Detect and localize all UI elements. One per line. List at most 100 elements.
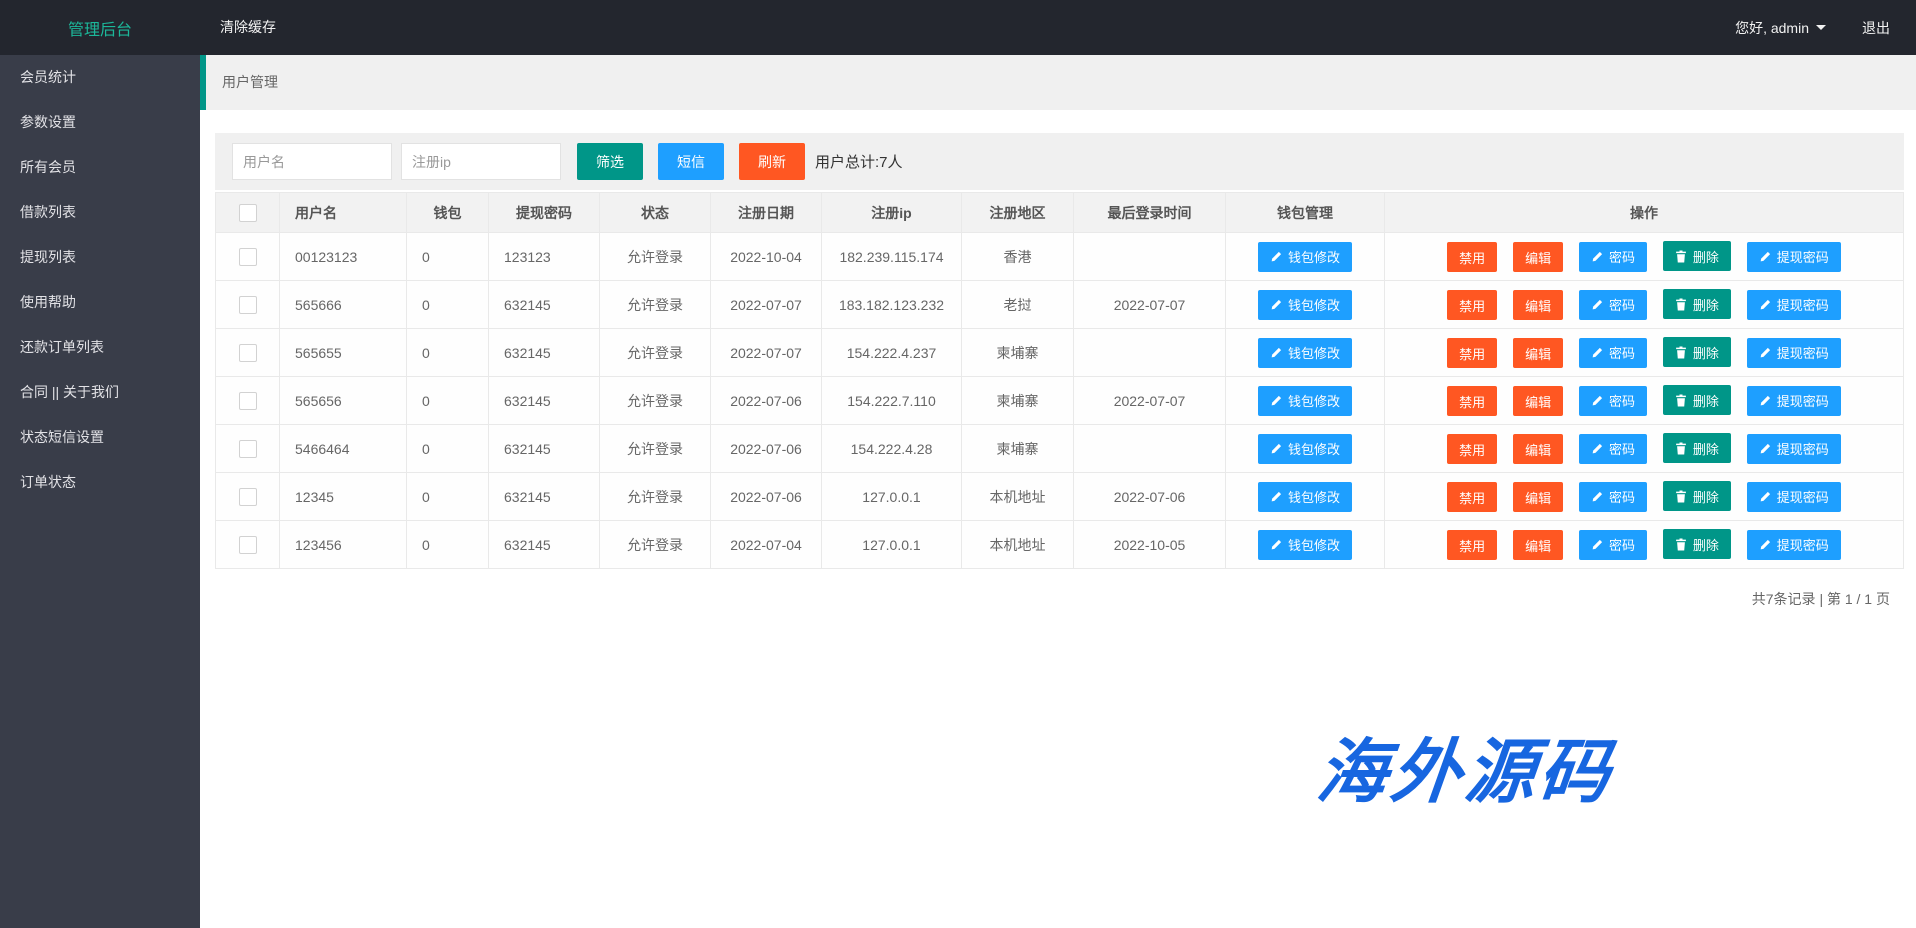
cell-reg-region: 柬埔寨 [962, 329, 1074, 377]
pencil-icon [1591, 491, 1603, 503]
delete-button[interactable]: 删除 [1663, 337, 1731, 367]
edit-button[interactable]: 编辑 [1513, 482, 1563, 512]
withdraw-password-button[interactable]: 提现密码 [1747, 242, 1841, 272]
cell-username: 565656 [280, 377, 407, 425]
pencil-icon [1759, 443, 1771, 455]
cell-reg-ip: 154.222.7.110 [822, 377, 962, 425]
table-row: 00123123 0 123123 允许登录 2022-10-04 182.23… [216, 233, 1904, 281]
user-table-wrap: 用户名 钱包 提现密码 状态 注册日期 注册ip 注册地区 最后登录时间 钱包管… [215, 192, 1904, 609]
sidebar-item-repay-orders[interactable]: 还款订单列表 [0, 325, 200, 370]
password-button[interactable]: 密码 [1579, 242, 1647, 272]
withdraw-password-button[interactable]: 提现密码 [1747, 530, 1841, 560]
cell-reg-ip: 183.182.123.232 [822, 281, 962, 329]
cell-username: 12345 [280, 473, 407, 521]
wallet-edit-button[interactable]: 钱包修改 [1258, 290, 1352, 320]
disable-button[interactable]: 禁用 [1447, 338, 1497, 368]
register-ip-filter-input[interactable] [401, 143, 561, 180]
delete-button[interactable]: 删除 [1663, 433, 1731, 463]
watermark-text: 海外源码 [1313, 716, 1620, 817]
delete-button[interactable]: 删除 [1663, 481, 1731, 511]
delete-button[interactable]: 删除 [1663, 385, 1731, 415]
header-last-login: 最后登录时间 [1074, 193, 1226, 233]
disable-button[interactable]: 禁用 [1447, 242, 1497, 272]
username-filter-input[interactable] [232, 143, 392, 180]
sidebar-item-all-members[interactable]: 所有会员 [0, 145, 200, 190]
disable-button[interactable]: 禁用 [1447, 386, 1497, 416]
row-checkbox[interactable] [239, 440, 257, 458]
wallet-edit-button[interactable]: 钱包修改 [1258, 482, 1352, 512]
pencil-icon [1270, 491, 1282, 503]
sidebar-item-order-status[interactable]: 订单状态 [0, 460, 200, 505]
sidebar-item-help[interactable]: 使用帮助 [0, 280, 200, 325]
sms-button[interactable]: 短信 [658, 143, 724, 180]
row-checkbox[interactable] [239, 344, 257, 362]
cell-withdraw-pwd: 632145 [489, 377, 600, 425]
edit-button[interactable]: 编辑 [1513, 290, 1563, 320]
edit-button[interactable]: 编辑 [1513, 338, 1563, 368]
select-all-checkbox[interactable] [239, 204, 257, 222]
cell-last-login [1074, 425, 1226, 473]
row-checkbox[interactable] [239, 536, 257, 554]
cell-status: 允许登录 [600, 425, 711, 473]
sidebar-item-member-stats[interactable]: 会员统计 [0, 55, 200, 100]
row-checkbox[interactable] [239, 296, 257, 314]
cell-last-login [1074, 329, 1226, 377]
tab-user-management[interactable]: 用户管理 [200, 55, 1916, 110]
password-button[interactable]: 密码 [1579, 338, 1647, 368]
wallet-edit-button[interactable]: 钱包修改 [1258, 530, 1352, 560]
sidebar-item-param-settings[interactable]: 参数设置 [0, 100, 200, 145]
password-button[interactable]: 密码 [1579, 290, 1647, 320]
edit-button[interactable]: 编辑 [1513, 386, 1563, 416]
clear-cache-button[interactable]: 清除缓存 [200, 0, 296, 55]
wallet-edit-button[interactable]: 钱包修改 [1258, 338, 1352, 368]
disable-button[interactable]: 禁用 [1447, 290, 1497, 320]
cell-last-login: 2022-07-06 [1074, 473, 1226, 521]
withdraw-password-button[interactable]: 提现密码 [1747, 386, 1841, 416]
sidebar-item-contract-about[interactable]: 合同 || 关于我们 [0, 370, 200, 415]
cell-reg-region: 老挝 [962, 281, 1074, 329]
cell-reg-date: 2022-10-04 [711, 233, 822, 281]
withdraw-password-button[interactable]: 提现密码 [1747, 338, 1841, 368]
disable-button[interactable]: 禁用 [1447, 530, 1497, 560]
disable-button[interactable]: 禁用 [1447, 482, 1497, 512]
cell-last-login: 2022-07-07 [1074, 281, 1226, 329]
user-table: 用户名 钱包 提现密码 状态 注册日期 注册ip 注册地区 最后登录时间 钱包管… [215, 192, 1904, 569]
password-button[interactable]: 密码 [1579, 386, 1647, 416]
pencil-icon [1591, 443, 1603, 455]
row-checkbox[interactable] [239, 488, 257, 506]
logout-button[interactable]: 退出 [1844, 18, 1916, 38]
edit-button[interactable]: 编辑 [1513, 242, 1563, 272]
edit-button[interactable]: 编辑 [1513, 530, 1563, 560]
withdraw-password-button[interactable]: 提现密码 [1747, 482, 1841, 512]
disable-button[interactable]: 禁用 [1447, 434, 1497, 464]
delete-button[interactable]: 删除 [1663, 289, 1731, 319]
delete-button[interactable]: 删除 [1663, 529, 1731, 559]
cell-reg-ip: 154.222.4.237 [822, 329, 962, 377]
withdraw-password-button[interactable]: 提现密码 [1747, 290, 1841, 320]
password-button[interactable]: 密码 [1579, 530, 1647, 560]
row-checkbox[interactable] [239, 392, 257, 410]
header-wallet-mgmt: 钱包管理 [1226, 193, 1385, 233]
user-total-label: 用户总计:7人 [815, 151, 903, 172]
cell-reg-date: 2022-07-07 [711, 329, 822, 377]
sidebar-item-loan-list[interactable]: 借款列表 [0, 190, 200, 235]
row-checkbox[interactable] [239, 248, 257, 266]
filter-button[interactable]: 筛选 [577, 143, 643, 180]
wallet-edit-button[interactable]: 钱包修改 [1258, 242, 1352, 272]
pencil-icon [1759, 251, 1771, 263]
sidebar-item-withdraw-list[interactable]: 提现列表 [0, 235, 200, 280]
app-brand: 管理后台 [0, 16, 200, 40]
withdraw-password-button[interactable]: 提现密码 [1747, 434, 1841, 464]
password-button[interactable]: 密码 [1579, 434, 1647, 464]
tab-accent-bar [200, 55, 206, 110]
sidebar-item-sms-settings[interactable]: 状态短信设置 [0, 415, 200, 460]
pencil-icon [1270, 251, 1282, 263]
edit-button[interactable]: 编辑 [1513, 434, 1563, 464]
password-button[interactable]: 密码 [1579, 482, 1647, 512]
wallet-edit-button[interactable]: 钱包修改 [1258, 386, 1352, 416]
pencil-icon [1591, 347, 1603, 359]
wallet-edit-button[interactable]: 钱包修改 [1258, 434, 1352, 464]
refresh-button[interactable]: 刷新 [739, 143, 805, 180]
user-dropdown[interactable]: 您好, admin [1717, 18, 1844, 38]
delete-button[interactable]: 删除 [1663, 241, 1731, 271]
